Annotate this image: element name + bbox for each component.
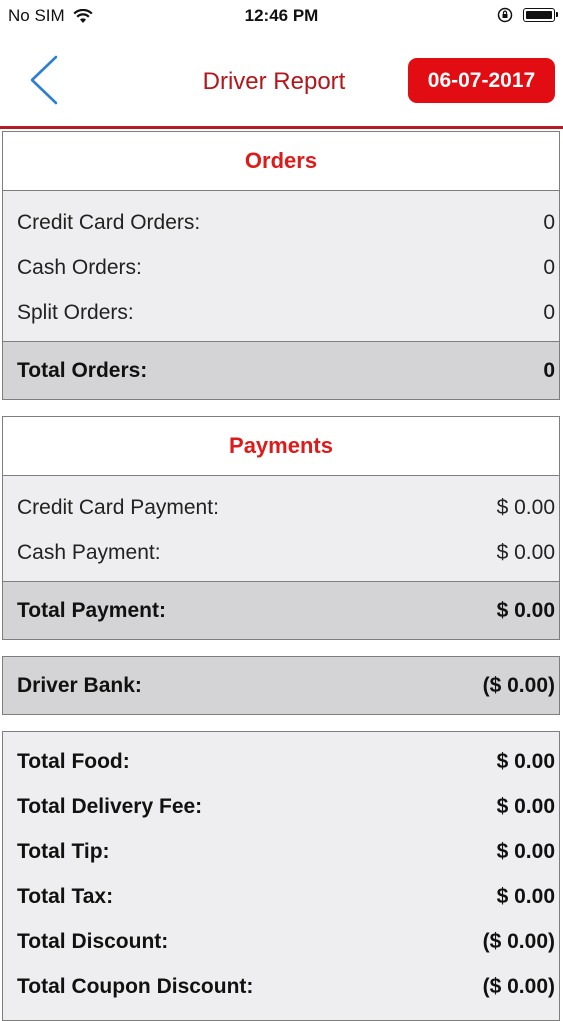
navigation-bar: Driver Report 06-07-2017	[0, 34, 563, 126]
orientation-lock-icon	[497, 7, 513, 23]
bank-label: Driver Bank:	[17, 673, 142, 697]
divider	[0, 126, 563, 129]
status-right	[497, 7, 558, 23]
row-label: Total Delivery Fee:	[17, 794, 203, 818]
driver-bank-row: Driver Bank: ($ 0.00)	[3, 657, 559, 714]
row-value: ($ 0.00)	[482, 929, 555, 953]
list-item: Total Coupon Discount: ($ 0.00)	[3, 964, 559, 1009]
list-item: Credit Card Orders: 0	[3, 200, 559, 245]
row-label: Total Food:	[17, 749, 130, 773]
row-label: Credit Card Orders:	[17, 210, 201, 234]
status-bar: No SIM 12:46 PM	[0, 0, 563, 34]
row-value: $ 0.00	[496, 540, 555, 564]
battery-icon	[523, 8, 558, 22]
row-value: $ 0.00	[496, 794, 555, 818]
list-item: Split Orders: 0	[3, 290, 559, 335]
orders-total-row: Total Orders: 0	[3, 341, 559, 399]
list-item: Total Delivery Fee: $ 0.00	[3, 784, 559, 829]
total-value: 0	[543, 358, 555, 382]
list-item: Total Discount: ($ 0.00)	[3, 919, 559, 964]
row-value: 0	[543, 300, 555, 324]
total-value: $ 0.00	[496, 598, 555, 622]
row-value: $ 0.00	[496, 839, 555, 863]
total-label: Total Orders:	[17, 358, 148, 382]
row-label: Cash Payment:	[17, 540, 161, 564]
list-item: Credit Card Payment: $ 0.00	[3, 485, 559, 530]
orders-list: Credit Card Orders: 0 Cash Orders: 0 Spl…	[3, 191, 559, 341]
totals-section: Total Food: $ 0.00 Total Delivery Fee: $…	[2, 731, 560, 1021]
payments-section: Payments Credit Card Payment: $ 0.00 Cas…	[2, 416, 560, 640]
payments-list: Credit Card Payment: $ 0.00 Cash Payment…	[3, 476, 559, 581]
row-label: Total Tax:	[17, 884, 114, 908]
row-label: Credit Card Payment:	[17, 495, 219, 519]
row-value: 0	[543, 255, 555, 279]
total-label: Total Payment:	[17, 598, 166, 622]
list-item: Cash Orders: 0	[3, 245, 559, 290]
row-value: $ 0.00	[496, 884, 555, 908]
orders-header: Orders	[3, 132, 559, 191]
row-value: 0	[543, 210, 555, 234]
payments-header: Payments	[3, 417, 559, 476]
orders-section: Orders Credit Card Orders: 0 Cash Orders…	[2, 131, 560, 400]
date-picker-button[interactable]: 06-07-2017	[408, 58, 555, 103]
list-item: Cash Payment: $ 0.00	[3, 530, 559, 575]
row-label: Split Orders:	[17, 300, 134, 324]
status-time: 12:46 PM	[244, 6, 319, 25]
row-label: Total Tip:	[17, 839, 110, 863]
row-value: $ 0.00	[496, 495, 555, 519]
list-item: Total Tip: $ 0.00	[3, 829, 559, 874]
row-label: Cash Orders:	[17, 255, 142, 279]
row-label: Total Coupon Discount:	[17, 974, 254, 998]
driver-bank-section: Driver Bank: ($ 0.00)	[2, 656, 560, 715]
row-label: Total Discount:	[17, 929, 169, 953]
totals-list: Total Food: $ 0.00 Total Delivery Fee: $…	[3, 732, 559, 1009]
row-value: $ 0.00	[496, 749, 555, 773]
list-item: Total Food: $ 0.00	[3, 739, 559, 784]
bank-value: ($ 0.00)	[482, 673, 555, 697]
row-value: ($ 0.00)	[482, 974, 555, 998]
payments-total-row: Total Payment: $ 0.00	[3, 581, 559, 639]
list-item: Total Tax: $ 0.00	[3, 874, 559, 919]
